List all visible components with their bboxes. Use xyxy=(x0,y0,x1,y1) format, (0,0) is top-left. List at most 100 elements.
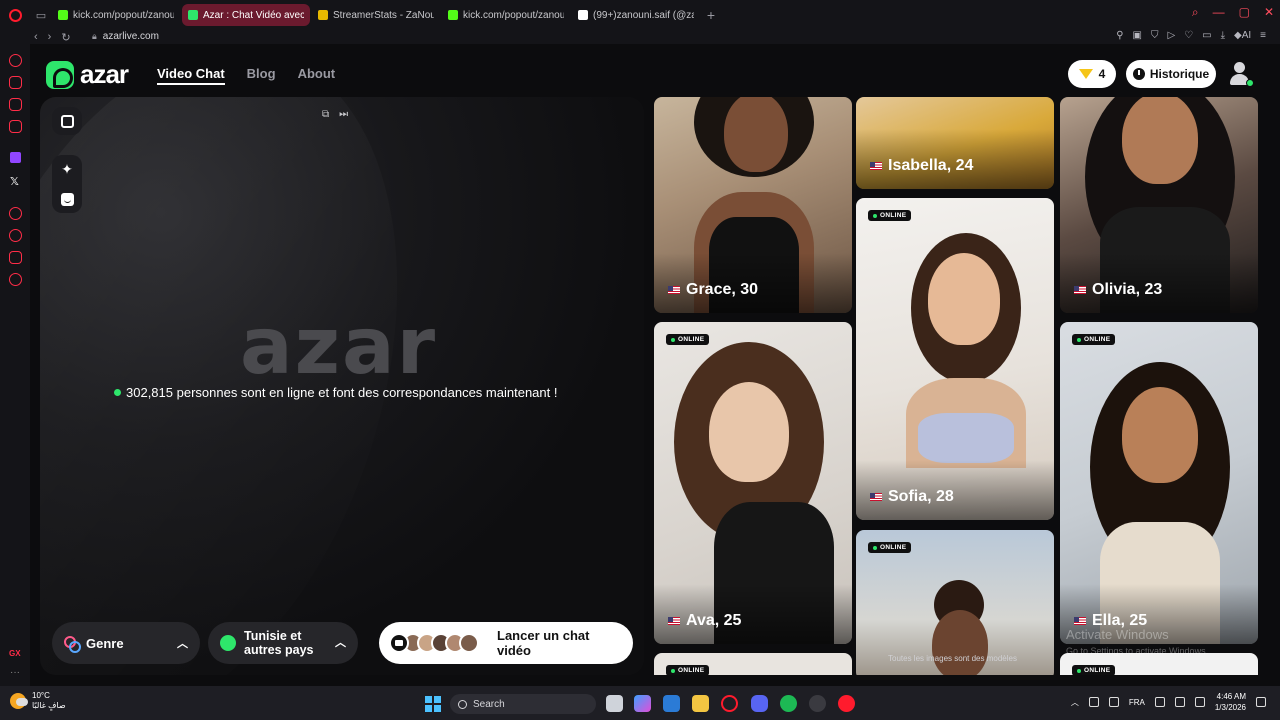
forward-icon[interactable]: › xyxy=(48,31,52,44)
file-explorer-icon[interactable] xyxy=(692,695,709,712)
browser-tab[interactable]: kick.com/popout/zanouni/ xyxy=(52,4,180,26)
us-flag-icon xyxy=(870,162,882,170)
history-button[interactable]: Historique xyxy=(1126,60,1216,88)
wifi-icon[interactable] xyxy=(1154,697,1165,707)
windows-start-icon[interactable] xyxy=(425,696,441,712)
nav-video-chat[interactable]: Video Chat xyxy=(157,66,225,85)
window-controls: ⌕ — ▢ ✕ xyxy=(1192,5,1274,20)
player-icon[interactable] xyxy=(9,207,22,220)
messenger-icon[interactable] xyxy=(9,98,22,111)
profile-card-olivia[interactable]: Olivia, 23 xyxy=(1060,97,1258,313)
profile-card-ava[interactable]: ONLINE Ava, 25 xyxy=(654,322,852,644)
fullscreen-icon[interactable] xyxy=(59,113,75,129)
pip-icon[interactable]: ⧉ xyxy=(322,109,329,120)
profile-card-partial[interactable]: ONLINE xyxy=(1060,653,1258,675)
weather-widget[interactable]: 10°C صافٍ غالبًا xyxy=(10,691,66,711)
camera-icon xyxy=(389,633,409,653)
snapshot-icon[interactable]: ▣ xyxy=(1133,30,1142,41)
battery-icon[interactable] xyxy=(1194,697,1205,707)
heart-icon[interactable]: ♡ xyxy=(1184,30,1193,41)
url-field[interactable]: 🔒︎ azarlive.com xyxy=(92,31,159,42)
notifications-icon[interactable] xyxy=(1256,697,1266,707)
clock-icon xyxy=(1132,68,1145,80)
play-icon[interactable]: ▷ xyxy=(1167,30,1175,41)
back-icon[interactable]: ‹ xyxy=(34,31,38,44)
wallet-icon[interactable]: ▭ xyxy=(1202,30,1211,41)
start-video-chat-button[interactable]: Lancer un chat vidéo xyxy=(379,622,633,664)
obs-icon[interactable] xyxy=(809,695,826,712)
region-filter-button[interactable]: Tunisie et autres pays ︿ xyxy=(208,622,358,664)
us-flag-icon xyxy=(870,493,882,501)
reload-icon[interactable]: ↻ xyxy=(61,31,70,44)
profile-avatar[interactable] xyxy=(1228,60,1254,88)
browser-tab-active[interactable]: Azar : Chat Vidéo avec de xyxy=(182,4,310,26)
browser-tab-strip: ▭ kick.com/popout/zanouni/ Azar : Chat V… xyxy=(0,0,1280,30)
opera-gx-icon[interactable] xyxy=(721,695,738,712)
copilot-icon[interactable] xyxy=(634,695,651,712)
taskbar-search[interactable]: Search xyxy=(450,694,596,714)
pin-icon[interactable]: ⚲ xyxy=(1116,30,1123,41)
effects-sparkle-icon[interactable]: ✦ xyxy=(59,161,75,177)
search-tabs-icon[interactable]: ⌕ xyxy=(1192,5,1199,20)
chevron-up-icon[interactable]: ︿ xyxy=(1071,697,1079,708)
gender-filter-button[interactable]: Genre ︿ xyxy=(52,622,200,664)
nav-about[interactable]: About xyxy=(298,66,336,85)
maximize-icon[interactable]: ▢ xyxy=(1239,5,1250,20)
browser-tab[interactable]: StreamerStats - ZaNouNi xyxy=(312,4,440,26)
extensions-icon[interactable] xyxy=(9,251,22,264)
store-icon[interactable] xyxy=(663,695,680,712)
profile-gallery: Grace, 30 ONLINE Ava, 25 ONLINE Isabella… xyxy=(654,97,1258,675)
x-twitter-icon[interactable]: 𝕏 xyxy=(10,175,19,188)
online-badge: ONLINE xyxy=(666,334,710,345)
new-tab-button[interactable]: + xyxy=(702,6,720,24)
nav-blog[interactable]: Blog xyxy=(247,66,276,85)
shield-icon[interactable]: ⛉ xyxy=(1151,30,1159,41)
activate-windows-watermark: Activate Windows Go to Settings to activ… xyxy=(1066,627,1209,656)
us-flag-icon xyxy=(1074,286,1086,294)
opera-logo-icon[interactable] xyxy=(0,0,30,30)
mic-icon[interactable] xyxy=(1108,697,1119,707)
discord-icon[interactable] xyxy=(751,695,768,712)
profile-card-sofia[interactable]: ONLINE Sofia, 28 xyxy=(856,198,1054,520)
task-view-icon[interactable] xyxy=(606,695,623,712)
volume-icon[interactable] xyxy=(1174,697,1185,707)
address-bar xyxy=(0,30,1280,44)
profile-card-isabella[interactable]: Isabella, 24 xyxy=(856,97,1054,189)
onedrive-icon[interactable] xyxy=(1088,697,1099,707)
bag-icon[interactable] xyxy=(9,76,22,89)
download-icon[interactable]: ⤓ xyxy=(1221,30,1225,41)
opera-icon[interactable] xyxy=(838,695,855,712)
profile-card-ella[interactable]: ONLINE Ella, 25 xyxy=(1060,322,1258,644)
minimize-icon[interactable]: — xyxy=(1213,5,1225,20)
aria-ai-icon[interactable]: ◆AI xyxy=(1234,30,1251,41)
instagram-icon[interactable] xyxy=(9,120,22,133)
history-icon[interactable] xyxy=(9,229,22,242)
browser-tab[interactable]: (99+)zanouni.saif (@zano xyxy=(572,4,700,26)
more-icon[interactable]: ··· xyxy=(10,667,20,678)
close-icon[interactable]: ✕ xyxy=(1264,5,1274,20)
us-flag-icon xyxy=(668,617,680,625)
skip-icon[interactable]: ⏭ xyxy=(339,109,348,120)
browser-tab[interactable]: kick.com/popout/zanouni/ xyxy=(442,4,570,26)
azar-logo[interactable]: azar xyxy=(46,59,129,90)
azar-logo-icon xyxy=(46,60,74,89)
twitch-icon[interactable] xyxy=(10,152,21,163)
taskbar-clock[interactable]: 4:46 AM 1/3/2026 xyxy=(1215,691,1246,713)
online-count: 302,815 personnes sont en ligne et font … xyxy=(114,385,557,400)
profile-card-partial[interactable]: ONLINE xyxy=(654,653,852,675)
menu-icon[interactable]: ≡ xyxy=(1260,30,1266,41)
tab-manager-icon[interactable]: ▭ xyxy=(30,4,52,26)
azar-watermark: azar xyxy=(240,302,438,392)
video-panel: ✦ ⧉ ⏭ azar 302,815 personnes sont en lig… xyxy=(40,97,644,675)
settings-icon[interactable] xyxy=(9,273,22,286)
gx-icon[interactable]: GX xyxy=(9,649,21,658)
us-flag-icon xyxy=(668,286,680,294)
tiktok-icon xyxy=(578,10,588,20)
aria-icon[interactable] xyxy=(9,54,22,67)
spotify-icon[interactable] xyxy=(780,695,797,712)
gems-button[interactable]: 4 xyxy=(1068,60,1116,88)
globe-icon xyxy=(220,635,236,651)
system-tray: ︿ FRA 4:46 AM 1/3/2026 xyxy=(1071,691,1266,713)
sticker-smile-icon[interactable] xyxy=(59,191,75,207)
profile-card-grace[interactable]: Grace, 30 xyxy=(654,97,852,313)
